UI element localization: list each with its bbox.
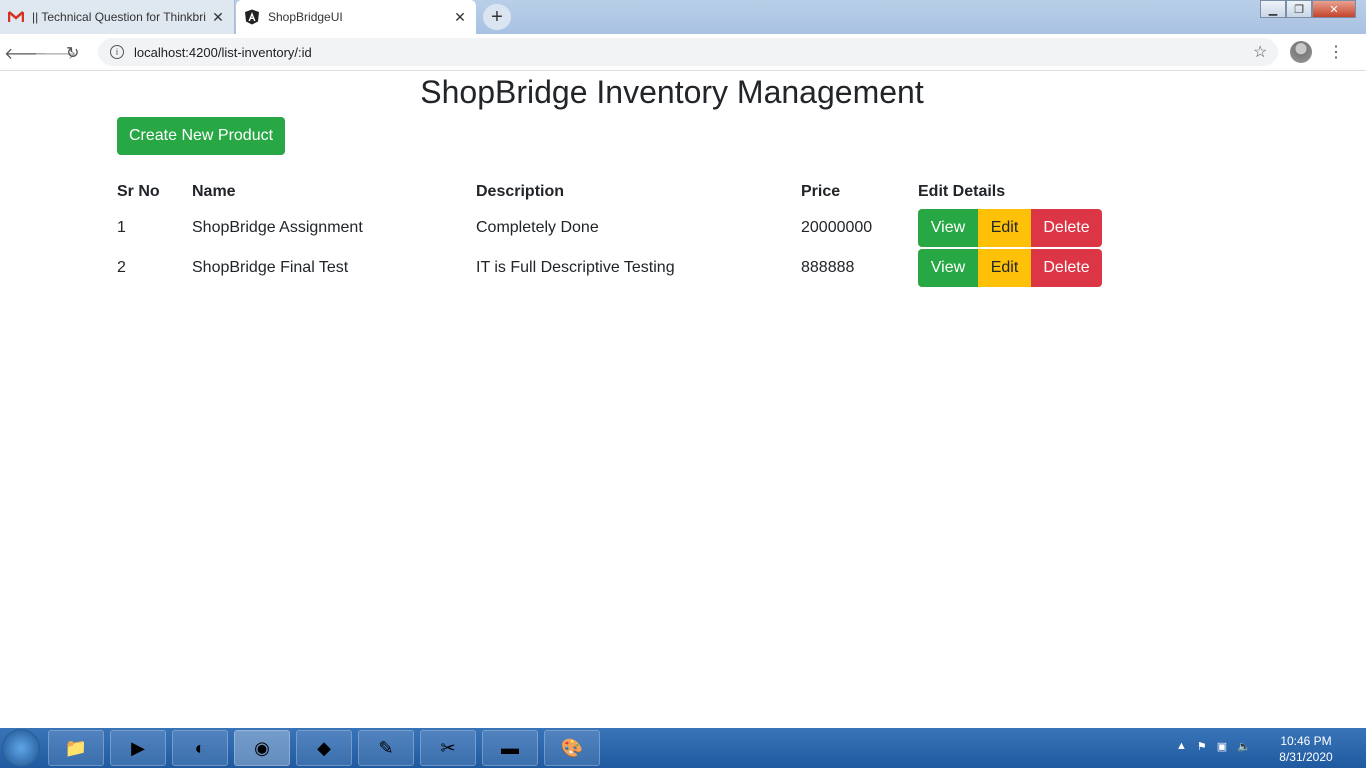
window-close-icon[interactable]: ✕	[1312, 0, 1356, 18]
table-row: 2 ShopBridge Final Test IT is Full Descr…	[117, 248, 1118, 288]
close-tab-icon[interactable]: ✕	[208, 9, 228, 26]
table-header-row: Sr No Name Description Price Edit Detail…	[117, 176, 1118, 208]
visual-studio-icon[interactable]: ◆	[296, 730, 352, 766]
start-button-icon[interactable]	[2, 729, 40, 767]
window-controls: ▁ ❐ ✕	[1260, 0, 1356, 20]
tab-gmail[interactable]: || Technical Question for Thinkbri ✕	[0, 0, 235, 34]
cell-price: 888888	[801, 259, 855, 276]
flag-icon[interactable]: ⚑	[1197, 740, 1207, 753]
header-description: Description	[476, 183, 565, 200]
cell-actions: View Edit Delete	[918, 248, 1118, 288]
reload-icon[interactable]: ↻	[66, 43, 79, 63]
tray-expand-icon[interactable]: ▲	[1176, 740, 1187, 753]
new-tab-icon[interactable]: +	[483, 4, 511, 30]
view-button[interactable]: View	[918, 249, 978, 287]
info-icon[interactable]: i	[110, 45, 124, 59]
header-price: Price	[801, 183, 841, 200]
gmail-icon	[8, 9, 24, 25]
header-sr-no: Sr No	[117, 183, 160, 200]
command-prompt-icon[interactable]: ▬	[482, 730, 538, 766]
table-row: 1 ShopBridge Assignment Completely Done …	[117, 208, 1118, 248]
cell-price: 20000000	[801, 219, 873, 236]
explorer-icon[interactable]: 📁	[48, 730, 104, 766]
tab-title: ShopBridgeUI	[268, 10, 343, 24]
paint-icon[interactable]: 🎨	[544, 730, 600, 766]
bookmark-star-icon[interactable]: ☆	[1253, 42, 1267, 62]
url-text: localhost:4200/list-inventory/:id	[134, 44, 312, 60]
delete-button[interactable]: Delete	[1031, 209, 1102, 247]
browser-tab-bar: || Technical Question for Thinkbri ✕ Sho…	[0, 0, 1366, 34]
minimize-icon[interactable]: ▁	[1260, 0, 1286, 18]
page-content: ShopBridge Inventory Management Create N…	[0, 72, 1366, 728]
cell-description: IT is Full Descriptive Testing	[476, 259, 675, 276]
chrome-icon[interactable]: ◉	[234, 730, 290, 766]
cell-description: Completely Done	[476, 219, 599, 236]
angular-icon	[244, 9, 260, 25]
taskbar: 📁 ▶ ◐ ◉ ◆ ✎ ✂ ▬ 🎨 ▲ ⚑ ▣ 🔈 10:46 PM 8/31/…	[0, 728, 1366, 768]
header-name: Name	[192, 183, 236, 200]
tab-shopbridge[interactable]: ShopBridgeUI ✕	[236, 0, 476, 34]
volume-icon[interactable]: 🔈	[1237, 740, 1251, 753]
avatar[interactable]	[1290, 41, 1312, 63]
page-title: ShopBridge Inventory Management	[420, 74, 924, 110]
maximize-icon[interactable]: ❐	[1286, 0, 1312, 18]
more-menu-icon[interactable]: ⋮	[1328, 42, 1344, 62]
header-edit-details: Edit Details	[918, 183, 1006, 200]
network-icon[interactable]: ▣	[1217, 740, 1227, 753]
close-tab-icon[interactable]: ✕	[450, 9, 470, 26]
cell-sr-no: 1	[117, 219, 126, 236]
snipping-tool-icon[interactable]: ✂	[420, 730, 476, 766]
system-tray: ▲ ⚑ ▣ 🔈	[1176, 740, 1251, 753]
cell-name: ShopBridge Final Test	[192, 259, 349, 276]
address-bar-row: 🡐 🡒 ↻ i localhost:4200/list-inventory/:i…	[0, 34, 1366, 71]
cell-sr-no: 2	[117, 259, 126, 276]
clock-date: 8/31/2020	[1279, 750, 1333, 764]
view-button[interactable]: View	[918, 209, 978, 247]
edit-button[interactable]: Edit	[978, 209, 1031, 247]
media-player-icon[interactable]: ▶	[110, 730, 166, 766]
cell-name: ShopBridge Assignment	[192, 219, 363, 236]
edge-icon[interactable]: ◐	[172, 730, 228, 766]
notepad-icon[interactable]: ✎	[358, 730, 414, 766]
url-field[interactable]: i localhost:4200/list-inventory/:id	[98, 38, 1278, 66]
edit-button[interactable]: Edit	[978, 249, 1031, 287]
create-product-button[interactable]: Create New Product	[117, 117, 285, 155]
delete-button[interactable]: Delete	[1031, 249, 1102, 287]
clock[interactable]: 10:46 PM 8/31/2020	[1270, 733, 1342, 765]
inventory-table: Sr No Name Description Price Edit Detail…	[117, 176, 1118, 288]
tab-title: || Technical Question for Thinkbri	[32, 10, 206, 24]
clock-time: 10:46 PM	[1280, 734, 1332, 748]
cell-actions: View Edit Delete	[918, 208, 1118, 248]
